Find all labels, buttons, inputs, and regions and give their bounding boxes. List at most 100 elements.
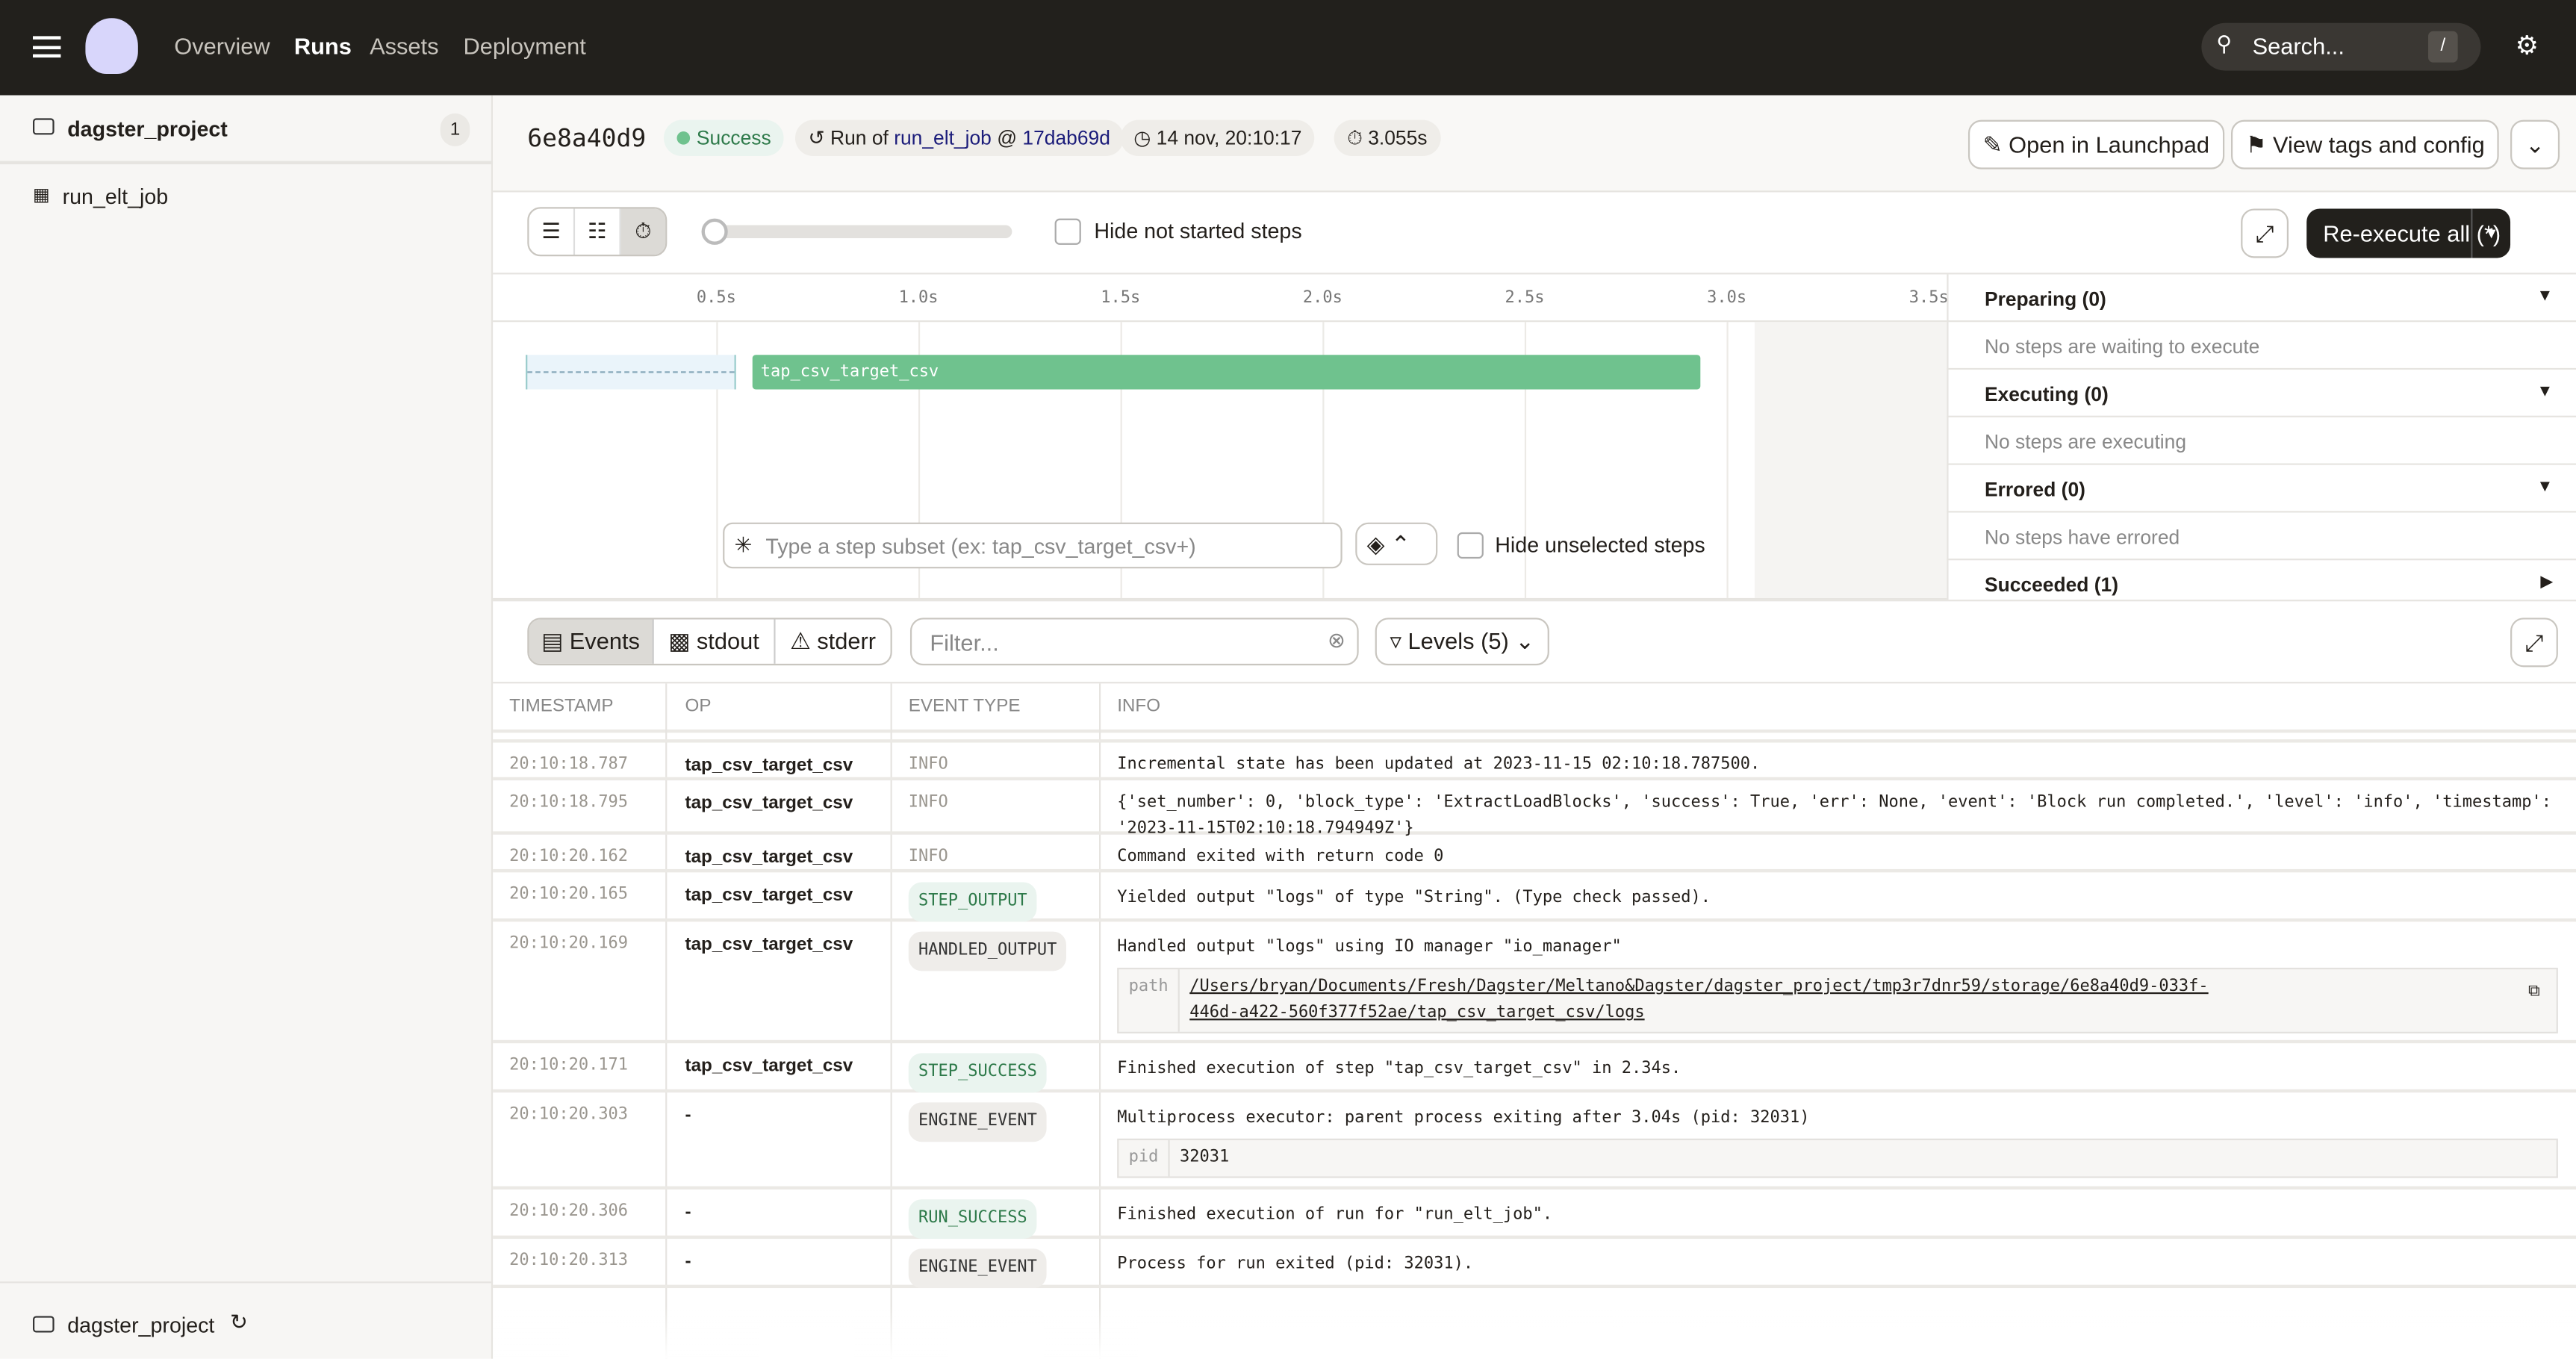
log-row: 20:10:20.169 tap_csv_target_csv HANDLED_… — [493, 921, 2576, 1044]
axis-tick: 3.0s — [1707, 289, 1747, 308]
terminal-icon: ▩ — [668, 627, 691, 654]
hide-not-started-label: Hide not started steps — [1094, 218, 1302, 243]
history-icon: ↺ — [808, 126, 825, 150]
step-bar-tap-csv-target-csv[interactable]: tap_csv_target_csv — [752, 355, 1701, 390]
log-op: - — [685, 1105, 691, 1126]
sidebar-project-header[interactable]: dagster_project 1 — [0, 96, 494, 165]
hide-unselected-checkbox[interactable] — [1457, 532, 1484, 559]
axis-tick: 2.0s — [1302, 289, 1343, 308]
chevron-up-icon: ⌃ — [1390, 530, 1410, 557]
tab-events[interactable]: ▤ Events — [529, 619, 654, 664]
log-event-type: HANDLED_OUTPUT — [908, 931, 1067, 971]
tag-icon: ⚑ — [2245, 131, 2267, 158]
nav-deployment[interactable]: Deployment — [463, 33, 585, 59]
log-event-type: STEP_SUCCESS — [908, 1053, 1048, 1093]
footer-project-name: dagster_project — [67, 1313, 215, 1338]
log-event-type: INFO — [908, 848, 948, 866]
executing-section-header[interactable]: Executing (0) ▼ — [1947, 370, 2576, 417]
menu-icon[interactable] — [33, 36, 61, 58]
dagster-logo-icon[interactable] — [85, 18, 138, 75]
job-link[interactable]: run_elt_job — [894, 126, 992, 149]
view-tags-config-button[interactable]: ⚑ View tags and config — [2231, 119, 2500, 170]
settings-gear-icon[interactable]: ⚙ — [2516, 30, 2539, 63]
log-event-type: INFO — [908, 756, 948, 774]
step-subset-input[interactable]: ✳ Type a step subset (ex: tap_csv_target… — [723, 522, 1343, 569]
log-info: Handled output "logs" using IO manager "… — [1117, 935, 2563, 1033]
errored-section-header[interactable]: Errored (0) ▼ — [1947, 465, 2576, 513]
caret-down-icon[interactable]: ▼ — [2471, 208, 2510, 258]
view-mode-toggle: ☰ ☷ ⏱ — [527, 207, 668, 257]
flat-view-icon[interactable]: ☰ — [529, 208, 576, 255]
timed-view-icon[interactable]: ⏱ — [620, 208, 666, 255]
log-event-type: ENGINE_EVENT — [908, 1248, 1048, 1289]
search-input[interactable]: ⚲ Search... / — [2201, 22, 2481, 71]
log-info: Command exited with return code 0 — [1117, 848, 1444, 866]
job-graph-icon: ▦ — [33, 185, 50, 206]
log-row: 20:10:20.162 tap_csv_target_csv INFO Com… — [493, 835, 2576, 873]
errored-empty-text: No steps have errored — [1984, 526, 2180, 549]
top-nav-bar: Overview Runs Assets Deployment ⚲ Search… — [0, 0, 2576, 96]
log-info: Finished execution of run for "run_elt_j… — [1117, 1206, 1553, 1225]
log-op: tap_csv_target_csv — [685, 756, 853, 776]
log-timestamp: 20:10:20.171 — [509, 1056, 629, 1075]
copy-icon[interactable]: ⧉ — [2512, 969, 2557, 1032]
log-op: tap_csv_target_csv — [685, 934, 853, 955]
more-actions-button[interactable]: ⌄ — [2510, 119, 2560, 170]
search-shortcut: / — [2428, 31, 2458, 63]
axis-tick: 0.5s — [696, 289, 736, 308]
metadata-value[interactable]: /Users/bryan/Documents/Fresh/Dagster/Mel… — [1180, 969, 2512, 1032]
log-info: Incremental state has been updated at 20… — [1117, 756, 1761, 774]
log-metadata: pid 32031 — [1117, 1138, 2558, 1178]
layers-toggle-button[interactable]: ◈ ⌃ — [1355, 522, 1438, 565]
search-placeholder: Search... — [2252, 33, 2345, 60]
log-timestamp: 20:10:18.795 — [509, 793, 629, 812]
nav-assets[interactable]: Assets — [370, 33, 438, 59]
expand-logs-button[interactable]: ⤢ — [2510, 618, 2558, 668]
tab-stderr[interactable]: ⚠ stderr — [776, 620, 891, 664]
waterfall-view-icon[interactable]: ☷ — [575, 208, 621, 255]
expand-icon: ⤢ — [2524, 629, 2544, 656]
sidebar-footer[interactable]: dagster_project ↻ — [0, 1281, 494, 1358]
sidebar-item-run-elt-job[interactable]: ▦ run_elt_job — [0, 174, 493, 217]
timer-icon: ⏱ — [1347, 126, 1363, 150]
start-time-badge: ◷ 14 nov, 20:10:17 — [1120, 119, 1316, 157]
zoom-slider[interactable] — [701, 218, 1012, 245]
asterisk-icon: ✳ — [734, 532, 753, 557]
nav-runs[interactable]: Runs — [294, 33, 352, 59]
snapshot-link[interactable]: 17dab69d — [1022, 126, 1110, 149]
run-of-badge: ↺ Run of run_elt_job @ 17dab69d — [794, 119, 1124, 157]
log-timestamp: 20:10:20.313 — [509, 1251, 629, 1270]
tab-stdout[interactable]: ▩ stdout — [654, 619, 776, 664]
warning-icon: ⚠ — [790, 627, 811, 654]
open-in-launchpad-button[interactable]: ✎ Open in Launchpad — [1967, 119, 2224, 170]
preparing-section-header[interactable]: Preparing (0) ▼ — [1947, 274, 2576, 323]
log-op: tap_csv_target_csv — [685, 848, 853, 868]
layers-icon: ◈ — [1366, 530, 1385, 557]
hide-not-started-checkbox[interactable] — [1054, 218, 1081, 245]
axis-tick: 3.5s — [1908, 289, 1949, 308]
log-op: tap_csv_target_csv — [685, 885, 853, 906]
clear-icon[interactable]: ⊗ — [1328, 628, 1345, 654]
queued-segment — [526, 355, 736, 390]
list-icon: ▤ — [541, 627, 564, 654]
levels-filter-button[interactable]: ▿ Levels (5) ⌄ — [1375, 618, 1549, 666]
log-event-type: RUN_SUCCESS — [908, 1199, 1037, 1240]
expand-button[interactable]: ⤢ — [2241, 208, 2289, 258]
logs-toolbar: ▤ Events ▩ stdout ⚠ stderr Filter... ⊗ ▿… — [493, 600, 2576, 684]
axis-tick: 1.5s — [1101, 289, 1141, 308]
reload-icon[interactable]: ↻ — [230, 1310, 248, 1336]
succeeded-section-header[interactable]: Succeeded (1) ▶ — [1947, 560, 2576, 600]
nav-overview[interactable]: Overview — [174, 33, 270, 59]
log-op: tap_csv_target_csv — [685, 1056, 853, 1077]
caret-down-icon: ▼ — [2536, 382, 2554, 401]
log-timestamp: 20:10:20.306 — [509, 1202, 629, 1221]
filter-input[interactable]: Filter... ⊗ — [909, 618, 1359, 666]
log-timestamp: 20:10:20.169 — [509, 934, 629, 954]
log-timestamp: 20:10:20.165 — [509, 885, 629, 904]
reexecute-all-button[interactable]: Re-execute all (*) ▼ — [2306, 208, 2511, 258]
log-table-header: TIMESTAMP OP EVENT TYPE INFO — [493, 683, 2576, 733]
status-badge: Success — [663, 119, 785, 157]
project-count-badge: 1 — [440, 113, 470, 146]
caret-right-icon: ▶ — [2540, 573, 2554, 592]
log-timestamp: 20:10:20.162 — [509, 848, 629, 866]
